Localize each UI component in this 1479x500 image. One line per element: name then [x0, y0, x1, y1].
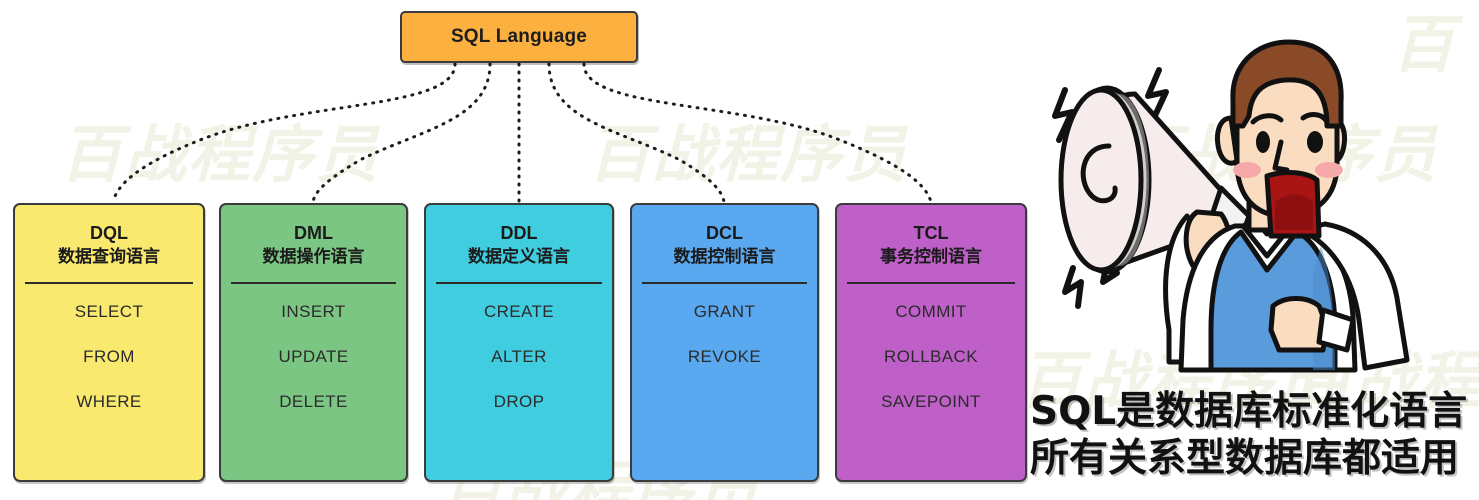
command-item: DROP	[493, 392, 545, 411]
category-header-ddl: DDL 数据定义语言	[426, 205, 612, 270]
command-item: INSERT	[281, 302, 346, 321]
category-abbr: DCL	[706, 223, 743, 243]
eye-left	[1256, 131, 1270, 153]
category-box-ddl[interactable]: DDL 数据定义语言 CREATE ALTER DROP	[424, 203, 614, 482]
category-chinese-name: 数据控制语言	[673, 246, 776, 267]
category-box-dql[interactable]: DQL 数据查询语言 SELECT FROM WHERE	[13, 203, 205, 482]
command-item: FROM	[83, 347, 135, 366]
eye-right	[1307, 131, 1323, 153]
command-item: UPDATE	[278, 347, 349, 366]
caption-line-2: 所有关系型数据库都适用	[1030, 436, 1460, 481]
command-list-tcl: COMMIT ROLLBACK SAVEPOINT	[837, 284, 1025, 480]
tongue	[1275, 194, 1313, 230]
connector-dcl	[547, 62, 726, 204]
category-abbr: TCL	[913, 223, 949, 243]
command-item: REVOKE	[687, 347, 762, 366]
command-item: SELECT	[74, 302, 144, 321]
cuff-right	[1316, 307, 1356, 353]
watermark-text: 百战程序员	[588, 118, 909, 191]
category-abbr: DQL	[90, 223, 128, 243]
megaphone-bell-inner	[1058, 87, 1144, 273]
connector-dql	[111, 62, 457, 204]
command-item: COMMIT	[895, 302, 967, 321]
command-item: DELETE	[279, 392, 348, 411]
category-box-dcl[interactable]: DCL 数据控制语言 GRANT REVOKE	[630, 203, 819, 482]
category-chinese-name: 事务控制语言	[880, 246, 982, 267]
cheek-left	[1233, 162, 1261, 178]
command-list-ddl: CREATE ALTER DROP	[426, 284, 612, 480]
connector-dml	[311, 62, 492, 204]
root-node-sql-language[interactable]: SQL Language	[400, 11, 638, 63]
command-item: SAVEPOINT	[881, 392, 981, 411]
category-header-tcl: TCL 事务控制语言	[837, 205, 1025, 270]
connector-tcl	[582, 62, 933, 204]
category-header-dql: DQL 数据查询语言	[15, 205, 203, 270]
category-header-dml: DML 数据操作语言	[221, 205, 406, 270]
sql-language-diagram: 百战程序员 百战程序员 百战程序员 百 百战程序员 百战程序员 百战程序员 SQ…	[0, 0, 1479, 500]
category-box-tcl[interactable]: TCL 事务控制语言 COMMIT ROLLBACK SAVEPOINT	[835, 203, 1027, 482]
category-box-dml[interactable]: DML 数据操作语言 INSERT UPDATE DELETE	[219, 203, 408, 482]
category-chinese-name: 数据定义语言	[468, 246, 570, 267]
command-list-dql: SELECT FROM WHERE	[15, 284, 203, 480]
cheek-right	[1315, 162, 1343, 178]
category-header-dcl: DCL 数据控制语言	[632, 205, 817, 270]
command-item: CREATE	[483, 302, 555, 321]
command-item: GRANT	[693, 302, 756, 321]
command-item: WHERE	[76, 392, 142, 411]
caption-line-1: SQL是数据库标准化语言	[1030, 389, 1468, 434]
category-abbr: DML	[294, 223, 333, 243]
category-abbr: DDL	[500, 223, 538, 243]
command-list-dml: INSERT UPDATE DELETE	[221, 284, 406, 480]
command-item: ALTER	[491, 347, 547, 366]
watermark-text: 百战程序员	[60, 118, 381, 191]
category-chinese-name: 数据操作语言	[262, 246, 365, 267]
caption-block: SQL是数据库标准化语言 所有关系型数据库都适用	[1030, 388, 1479, 482]
man-with-megaphone-illustration	[1052, 39, 1410, 373]
command-item: ROLLBACK	[884, 347, 978, 366]
root-node-label: SQL Language	[450, 26, 588, 47]
command-list-dcl: GRANT REVOKE	[632, 284, 817, 480]
category-chinese-name: 数据查询语言	[58, 246, 160, 267]
